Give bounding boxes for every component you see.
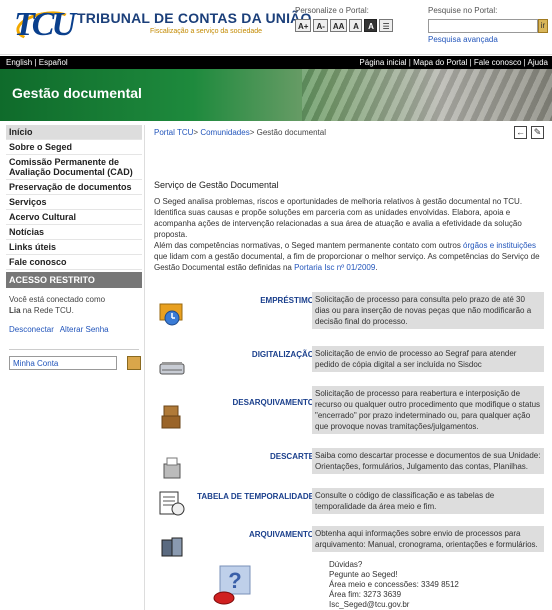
breadcrumb-portal[interactable]: Portal TCU bbox=[154, 128, 193, 137]
account-row bbox=[9, 349, 141, 370]
font-default-button[interactable]: AA bbox=[329, 19, 348, 32]
user-name: Lia bbox=[9, 306, 21, 315]
banner-decoration bbox=[302, 69, 552, 121]
search-label: Pesquise no Portal: bbox=[428, 6, 498, 15]
clock-folder-icon bbox=[159, 303, 183, 326]
help-email[interactable]: Isc_Seged@tcu.gov.br bbox=[329, 600, 459, 610]
change-password-link[interactable]: Alterar Senha bbox=[60, 325, 109, 334]
user-icon[interactable] bbox=[127, 356, 141, 370]
tcu-logo[interactable]: TCU bbox=[14, 7, 76, 45]
sidebar-item-sobre[interactable]: Sobre o Seged bbox=[6, 140, 142, 155]
banner-title: Gestão documental bbox=[12, 85, 142, 101]
print-icon[interactable]: ☰ bbox=[379, 19, 393, 32]
section-title: Serviço de Gestão Documental bbox=[154, 180, 279, 190]
service-descarte: DESCARTE Saiba como descartar processe e… bbox=[154, 448, 546, 488]
disconnect-link[interactable]: Desconectar bbox=[9, 325, 54, 334]
sidebar-item-links[interactable]: Links úteis bbox=[6, 240, 142, 255]
intro-text: O Seged analisa problemas, riscos e opor… bbox=[154, 196, 546, 273]
font-increase-button[interactable]: A+ bbox=[295, 19, 312, 32]
service-desc-arquivamento: Obtenha aqui informações sobre envio de … bbox=[312, 526, 544, 552]
top-nav: English | Español Página inicial | Mapa … bbox=[0, 56, 552, 69]
search-input[interactable] bbox=[428, 19, 538, 33]
search-go-button[interactable]: ir bbox=[538, 19, 548, 33]
contrast-normal-button[interactable]: A bbox=[349, 19, 363, 32]
service-label-emprestimo[interactable]: EMPRÉSTIMO bbox=[260, 296, 314, 305]
service-label-arquivamento[interactable]: ARQUIVAMENTO bbox=[249, 530, 314, 539]
font-decrease-button[interactable]: A- bbox=[313, 19, 328, 32]
breadcrumb-communities[interactable]: Comunidades bbox=[200, 128, 249, 137]
portaria-link[interactable]: Portaria Isc nº 01/2009 bbox=[294, 263, 375, 272]
sidebar-item-noticias[interactable]: Notícias bbox=[6, 225, 142, 240]
intro-paragraph-2: Além das competências normativas, o Sege… bbox=[154, 241, 540, 272]
scanner-icon bbox=[159, 362, 185, 375]
help-box: Dúvidas? Pegunte ao Seged! Área meio e c… bbox=[329, 560, 459, 610]
breadcrumb: Portal TCU> Comunidades> Gestão document… bbox=[154, 128, 326, 137]
edit-pencil-icon[interactable]: ✎ bbox=[531, 126, 544, 139]
back-arrow-icon[interactable]: ← bbox=[514, 126, 527, 139]
archive-icon bbox=[161, 537, 183, 557]
sidebar-item-inicio[interactable]: Início bbox=[6, 125, 142, 140]
restricted-access-title: ACESSO RESTRITO bbox=[6, 272, 142, 288]
service-desc-temporalidade: Consulte o código de classificação e as … bbox=[312, 488, 544, 514]
service-label-descarte[interactable]: DESCARTE bbox=[270, 452, 314, 461]
boxes-icon bbox=[161, 405, 181, 429]
search-panel: Pesquise no Portal: ir Pesquisa avançada bbox=[428, 6, 548, 44]
network-text: na Rede TCU. bbox=[22, 306, 74, 315]
account-field[interactable] bbox=[9, 356, 117, 370]
service-desc-digitalizacao: Solicitação de envio de processo ao Segr… bbox=[312, 346, 544, 372]
organs-link[interactable]: órgãos e instituições bbox=[463, 241, 536, 250]
top-nav-links[interactable]: Página inicial | Mapa do Portal | Fale c… bbox=[359, 58, 548, 67]
org-name: TRIBUNAL DE CONTAS DA UNIÃO bbox=[77, 10, 312, 26]
banner: Gestão documental bbox=[0, 69, 552, 121]
main-content: Portal TCU> Comunidades> Gestão document… bbox=[154, 126, 546, 609]
service-label-digitalizacao[interactable]: DIGITALIZAÇÃO bbox=[252, 350, 314, 359]
help-button-icon: ? bbox=[213, 565, 251, 605]
intro-paragraph-1: O Seged analisa problemas, riscos e opor… bbox=[154, 197, 523, 239]
contrast-high-button[interactable]: A bbox=[364, 19, 378, 32]
column-divider bbox=[144, 125, 145, 610]
personalize-panel: Personalize o Portal: A+ A- AA A A ☰ bbox=[295, 6, 420, 32]
sidebar-item-preservacao[interactable]: Preservação de documentos bbox=[6, 180, 142, 195]
personalize-label: Personalize o Portal: bbox=[295, 6, 369, 15]
sidebar-item-cad[interactable]: Comissão Permanente de Avaliação Documen… bbox=[6, 155, 142, 180]
service-desc-emprestimo: Solicitação de processo para consulta pe… bbox=[312, 292, 544, 329]
header: TCU TRIBUNAL DE CONTAS DA UNIÃO Fiscaliz… bbox=[0, 0, 552, 55]
service-desc-desarquivamento: Solicitação de processo para reabertura … bbox=[312, 386, 544, 434]
service-label-desarquivamento[interactable]: DESARQUIVAMENTO bbox=[233, 398, 315, 407]
service-desc-descarte: Saiba como descartar processe e document… bbox=[312, 448, 544, 474]
sidebar-menu: Início Sobre o Seged Comissão Permanente… bbox=[6, 125, 142, 270]
advanced-search-link[interactable]: Pesquisa avançada bbox=[428, 35, 548, 44]
restricted-access-panel: Você está conectado como Lia na Rede TCU… bbox=[6, 288, 142, 375]
sidebar-item-acervo[interactable]: Acervo Cultural bbox=[6, 210, 142, 225]
table-clock-icon bbox=[159, 491, 185, 516]
service-label-temporalidade[interactable]: TABELA DE TEMPORALIDADE bbox=[197, 492, 314, 501]
org-subtitle: Fiscalização a serviço da sociedade bbox=[150, 28, 263, 35]
shredder-icon bbox=[163, 457, 181, 479]
svg-text:?: ? bbox=[228, 568, 241, 593]
language-links[interactable]: English | Español bbox=[6, 58, 68, 67]
sidebar: Início Sobre o Seged Comissão Permanente… bbox=[6, 125, 142, 375]
service-digitalizacao: DIGITALIZAÇÃO Solicitação de envio de pr… bbox=[154, 346, 546, 386]
connected-text: Você está conectado como bbox=[9, 295, 106, 304]
sidebar-item-fale[interactable]: Fale conosco bbox=[6, 255, 142, 270]
service-desarquivamento: DESARQUIVAMENTO Solicitação de processo … bbox=[154, 386, 546, 434]
breadcrumb-current: Gestão documental bbox=[256, 128, 326, 137]
sidebar-item-servicos[interactable]: Serviços bbox=[6, 195, 142, 210]
service-emprestimo: EMPRÉSTIMO Solicitação de processo para … bbox=[154, 292, 546, 332]
service-temporalidade: TABELA DE TEMPORALIDADE Consulte o códig… bbox=[154, 488, 546, 528]
